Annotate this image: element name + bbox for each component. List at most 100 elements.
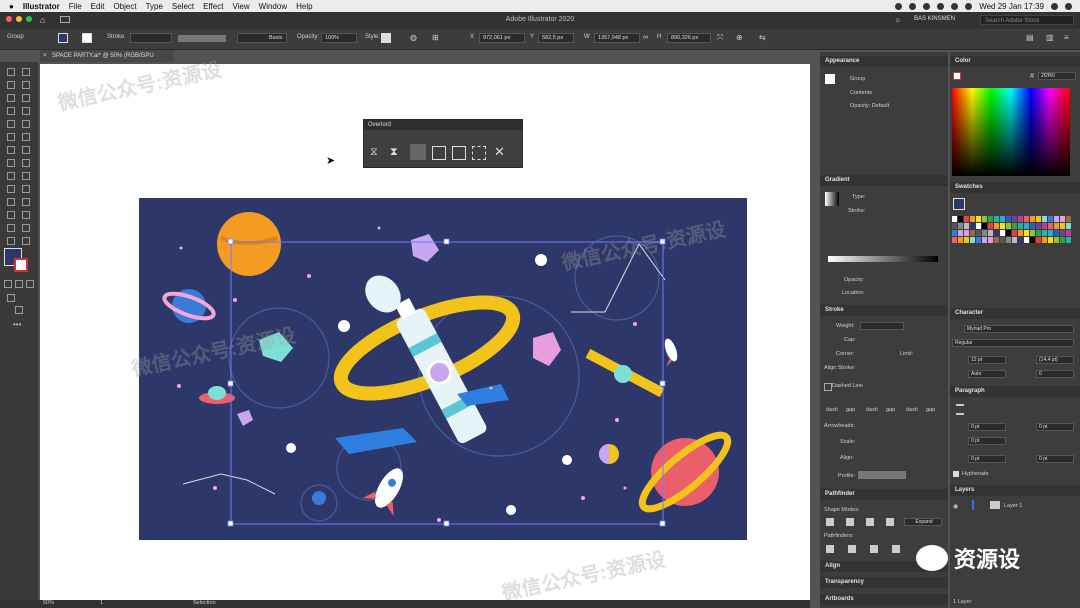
free-transform-tool-icon[interactable] [22, 159, 30, 167]
perspective-grid-tool-icon[interactable] [22, 172, 30, 180]
menu-select[interactable]: Select [172, 2, 194, 11]
battery-icon[interactable] [965, 2, 973, 10]
slice-tool-icon[interactable] [22, 224, 30, 232]
document-tab[interactable]: × SPACE PARTY.ai* @ 50% (RGB/GPU Preview… [40, 50, 174, 71]
stroke-weight-input[interactable] [860, 322, 904, 330]
y-position-field[interactable]: 582,5 px [538, 33, 574, 43]
pen-tool-icon[interactable] [7, 94, 15, 102]
rectangle-tool-icon[interactable] [7, 120, 15, 128]
first-line-indent-field[interactable]: 0 pt [968, 437, 1006, 445]
shape-builder-tool-icon[interactable] [7, 172, 15, 180]
layers-header[interactable]: Layers [950, 485, 1080, 496]
brush-definition-dropdown[interactable]: Basic [237, 33, 287, 43]
zoom-level-dropdown[interactable]: 50% [43, 600, 54, 606]
control-menu-icon[interactable]: ≡ [1064, 33, 1069, 42]
menu-edit[interactable]: Edit [91, 2, 105, 11]
layer-name[interactable]: Layer 1 [1004, 503, 1022, 509]
column-graph-tool-icon[interactable] [22, 211, 30, 219]
status-icon[interactable] [923, 2, 931, 10]
stroke-color-icon[interactable] [14, 258, 28, 272]
menu-effect[interactable]: Effect [203, 2, 223, 11]
settings-icon[interactable]: ✕ [494, 144, 505, 160]
fill-swatch[interactable] [58, 33, 68, 43]
artboard-number-field[interactable]: 1 [100, 600, 103, 606]
align-grid-icon[interactable]: ⊞ [432, 33, 439, 42]
curvature-tool-icon[interactable] [22, 94, 30, 102]
type-tool-icon[interactable] [7, 107, 15, 115]
export-icon[interactable] [452, 146, 466, 160]
wifi-icon[interactable] [937, 2, 945, 10]
overlord-panel[interactable]: Overlord ⧖ ⧗ ✕ [363, 119, 523, 168]
pathfinder-header[interactable]: Pathfinder [820, 489, 948, 500]
expand-button[interactable]: Expand [904, 518, 942, 526]
intersect-icon[interactable] [866, 518, 874, 526]
spotlight-icon[interactable] [1051, 2, 1058, 10]
space-after-field[interactable]: 0 pt [1036, 455, 1074, 463]
hex-input[interactable]: 2f2f60 [1038, 72, 1076, 80]
appearance-contents-label[interactable]: Contents [850, 90, 872, 96]
symbol-sprayer-tool-icon[interactable] [7, 211, 15, 219]
zoom-tool-icon[interactable] [22, 237, 30, 245]
opacity-field[interactable]: 100% [321, 33, 357, 43]
gradient-mode-icon[interactable] [15, 280, 23, 288]
x-position-field[interactable]: 972,061 px [479, 33, 525, 43]
line-tool-icon[interactable] [22, 107, 30, 115]
stock-search-input[interactable]: Search Adobe Stock [980, 15, 1074, 25]
menu-object[interactable]: Object [113, 2, 136, 11]
font-size-field[interactable]: 12 pt [968, 356, 1006, 364]
color-fill-stroke-icon[interactable] [953, 72, 961, 80]
transform-icon[interactable]: ⤧ [717, 33, 723, 43]
artboards-header[interactable]: Artboards [820, 594, 948, 605]
graphic-style-swatch[interactable] [381, 33, 391, 43]
select-similar-icon[interactable]: ⇆ [759, 33, 766, 42]
menu-view[interactable]: View [232, 2, 249, 11]
space-party-artwork[interactable] [139, 198, 747, 540]
workspace-switcher[interactable]: BAS KINSMEN [914, 16, 955, 22]
screen-mode-icon[interactable] [15, 306, 23, 314]
eraser-tool-icon[interactable] [22, 133, 30, 141]
paintbrush-tool-icon[interactable] [22, 120, 30, 128]
menu-file[interactable]: File [69, 2, 82, 11]
lightbulb-icon[interactable]: ☼ [894, 15, 901, 24]
magic-wand-tool-icon[interactable] [7, 81, 15, 89]
panel-menu-icon[interactable]: ▥ [1046, 33, 1054, 42]
swatch-grid[interactable] [952, 216, 1078, 264]
exclude-icon[interactable] [886, 518, 894, 526]
dashed-line-checkbox[interactable] [824, 383, 832, 391]
gradient-header[interactable]: Gradient [820, 175, 948, 186]
leading-field[interactable]: (14,4 pt) [1036, 356, 1074, 364]
variable-width-profile[interactable] [178, 35, 226, 42]
hand-tool-icon[interactable] [7, 237, 15, 245]
direct-selection-tool-icon[interactable] [22, 68, 30, 76]
width-field[interactable]: 1357,948 px [594, 33, 640, 43]
shape-options-icon[interactable] [410, 144, 426, 160]
trim-icon[interactable] [848, 545, 856, 553]
draw-mode-icon[interactable] [7, 294, 15, 302]
status-mode-label[interactable]: Selection [193, 600, 216, 606]
hyphenate-checkbox[interactable] [953, 471, 959, 477]
status-icon[interactable] [909, 2, 917, 10]
menu-window[interactable]: Window [259, 2, 287, 11]
right-indent-field[interactable]: 0 pt [1036, 423, 1074, 431]
appearance-opacity-label[interactable]: Opacity: Default [850, 103, 889, 109]
menu-type[interactable]: Type [146, 2, 163, 11]
arrange-documents-icon[interactable]: ▤ [1026, 33, 1034, 42]
blend-tool-icon[interactable] [22, 198, 30, 206]
divide-icon[interactable] [826, 545, 834, 553]
mesh-tool-icon[interactable] [7, 185, 15, 193]
visibility-eye-icon[interactable]: ◉ [953, 503, 958, 510]
apple-icon[interactable]: ● [9, 2, 14, 11]
recolor-artwork-icon[interactable]: ◍ [410, 33, 417, 42]
space-before-field[interactable]: 0 pt [968, 455, 1006, 463]
kerning-field[interactable]: 0 [1036, 370, 1074, 378]
left-indent-field[interactable]: 0 pt [968, 423, 1006, 431]
transparency-header[interactable]: Transparency [820, 577, 948, 588]
transform-icon[interactable] [472, 146, 486, 160]
shaper-tool-icon[interactable] [7, 133, 15, 141]
color-spectrum[interactable] [952, 88, 1070, 176]
minus-front-icon[interactable] [846, 518, 854, 526]
gradient-slider[interactable] [828, 256, 938, 262]
menu-app-name[interactable]: Illustrator [23, 2, 60, 11]
more-tools-icon[interactable]: ••• [13, 320, 21, 329]
pull-from-ae-icon[interactable]: ⧗ [390, 146, 398, 159]
